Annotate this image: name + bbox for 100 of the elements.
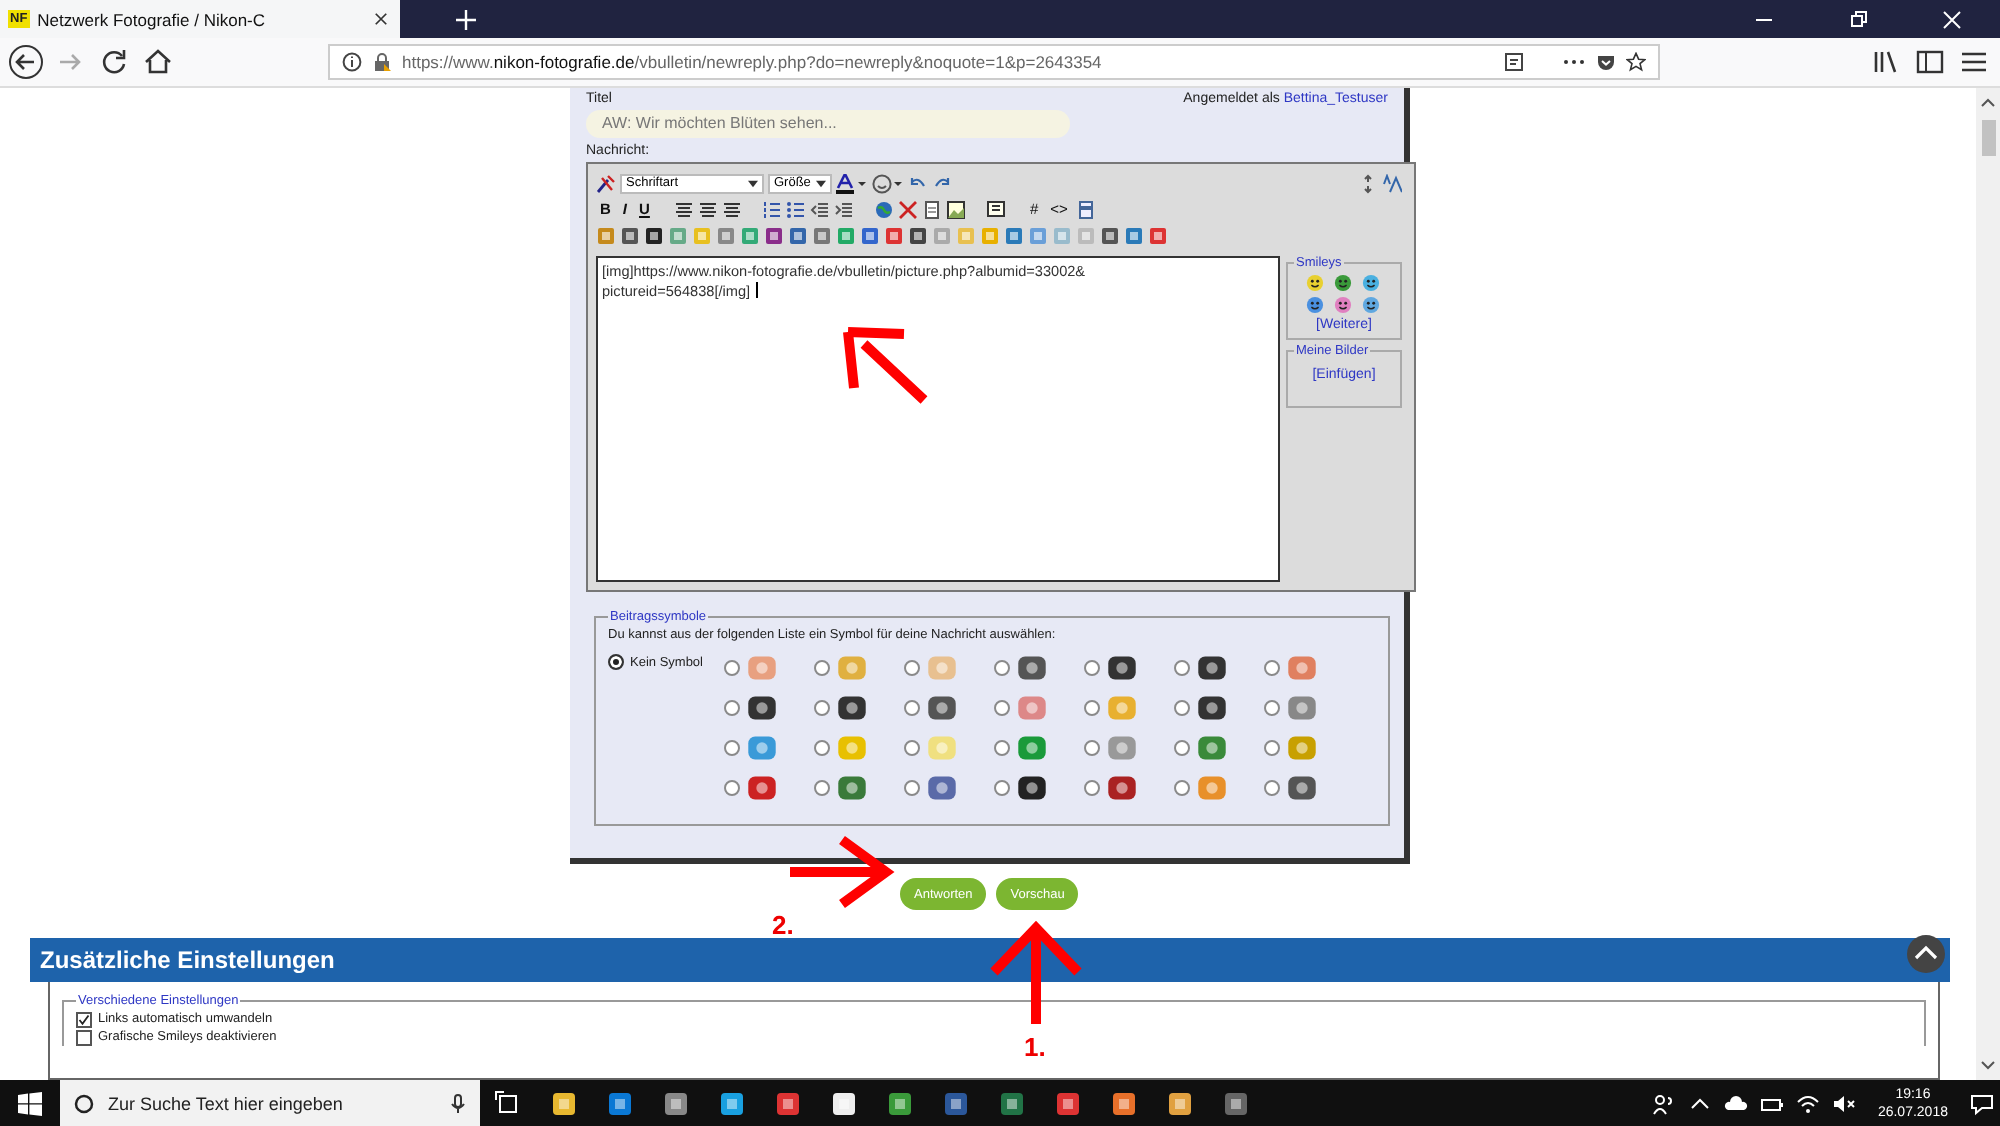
collapse-icon[interactable] <box>1906 934 1946 974</box>
radio-button[interactable] <box>1174 740 1190 756</box>
align-icon[interactable] <box>697 199 718 219</box>
step-number: 2. <box>772 910 794 940</box>
taskbar-app-icon[interactable] <box>1222 1089 1250 1117</box>
task-view-icon[interactable] <box>494 1089 522 1117</box>
close-icon[interactable] <box>374 12 388 26</box>
radio-button[interactable] <box>814 660 830 676</box>
font-color-icon[interactable] <box>836 173 868 193</box>
taskbar-app-icon[interactable] <box>830 1089 858 1117</box>
radio-button[interactable] <box>904 780 920 796</box>
radio-button[interactable] <box>1174 780 1190 796</box>
php-file-icon[interactable] <box>1075 199 1096 219</box>
radio-button[interactable] <box>814 740 830 756</box>
taskbar-app-icon[interactable] <box>1054 1089 1082 1117</box>
symbol-icon <box>1106 732 1138 764</box>
taskbar-app-icon[interactable] <box>774 1089 802 1117</box>
windows-start-icon[interactable] <box>18 1091 42 1115</box>
radio-button[interactable] <box>1084 780 1100 796</box>
smiley-icon[interactable] <box>1334 274 1352 292</box>
people-icon[interactable] <box>1651 1091 1676 1115</box>
radio-button[interactable] <box>994 780 1010 796</box>
wand-icon[interactable] <box>596 173 616 193</box>
taskbar-app-icon[interactable] <box>1110 1089 1138 1117</box>
cloud-icon[interactable] <box>1723 1091 1748 1115</box>
scrollbar[interactable] <box>1976 88 2000 1080</box>
wifi-icon[interactable] <box>1795 1091 1820 1115</box>
star-icon[interactable] <box>1626 52 1646 72</box>
radio-button[interactable] <box>1264 740 1280 756</box>
resize-icon[interactable] <box>1358 173 1378 193</box>
symbol-icon <box>1286 732 1318 764</box>
restore-icon[interactable] <box>1848 9 1868 29</box>
bullet-list-icon[interactable] <box>785 199 806 219</box>
reader-view-icon[interactable] <box>1504 52 1524 72</box>
symbol-icon <box>1016 652 1048 684</box>
radio-button[interactable] <box>1174 700 1190 716</box>
taskbar-app-icon[interactable] <box>550 1089 578 1117</box>
radio-button[interactable] <box>994 660 1010 676</box>
smiley-icon[interactable] <box>1334 296 1352 314</box>
unlink-icon[interactable] <box>897 199 918 219</box>
outdent-icon[interactable] <box>809 199 830 219</box>
smiley-menu-icon[interactable] <box>872 173 904 193</box>
radio-button[interactable] <box>814 780 830 796</box>
image-icon[interactable] <box>945 199 966 219</box>
smiley-icon[interactable] <box>1362 296 1380 314</box>
microphone-icon[interactable] <box>448 1093 468 1113</box>
scroll-up-icon[interactable] <box>1980 96 1996 108</box>
radio-button[interactable] <box>904 740 920 756</box>
new-tab-icon[interactable] <box>456 9 476 29</box>
checkbox[interactable] <box>76 1029 92 1045</box>
smiley-icon[interactable] <box>1306 296 1324 314</box>
smiley-icon[interactable] <box>1362 274 1380 292</box>
back-icon[interactable] <box>8 44 44 80</box>
radio-button[interactable] <box>724 780 740 796</box>
quote-icon[interactable] <box>985 199 1006 219</box>
symbol-icon <box>1196 732 1228 764</box>
scroll-down-icon[interactable] <box>1980 1060 1996 1072</box>
radio-button[interactable] <box>814 700 830 716</box>
radio-button[interactable] <box>1084 740 1100 756</box>
smiley-icon[interactable] <box>1306 274 1324 292</box>
align-icon[interactable] <box>721 199 742 219</box>
title-field[interactable]: AW: Wir möchten Blüten sehen... <box>586 110 1070 138</box>
symbol-icon <box>746 732 778 764</box>
pocket-icon[interactable] <box>1596 52 1616 72</box>
radio-button[interactable] <box>994 700 1010 716</box>
scroll-thumb[interactable] <box>1981 120 1995 156</box>
taskbar-app-icon[interactable] <box>662 1089 690 1117</box>
notification-icon[interactable] <box>1970 1091 1994 1115</box>
radio-button[interactable] <box>1084 700 1100 716</box>
info-icon[interactable] <box>342 52 362 72</box>
taskbar-app-icon[interactable] <box>886 1089 914 1117</box>
taskbar-app-icon[interactable] <box>1166 1089 1194 1117</box>
radio-button[interactable] <box>724 700 740 716</box>
radio-button[interactable] <box>1264 780 1280 796</box>
radio-button[interactable] <box>1264 660 1280 676</box>
taskbar-app-icon[interactable] <box>998 1089 1026 1117</box>
address-bar[interactable]: https://www.nikon-fotografie.de/vbulletin/newreply.php?do=newreply&noquote=1&p=2643354 <box>328 44 1660 80</box>
indent-icon[interactable] <box>833 199 854 219</box>
taskbar-app-icon[interactable] <box>606 1089 634 1117</box>
document-icon[interactable] <box>921 199 942 219</box>
numbered-list-icon[interactable] <box>761 199 782 219</box>
symbol-icon <box>1196 692 1228 724</box>
radio-button[interactable] <box>1264 700 1280 716</box>
radio-button[interactable] <box>1084 660 1100 676</box>
align-icon[interactable] <box>673 199 694 219</box>
radio-button[interactable] <box>904 700 920 716</box>
text-size-icon[interactable] <box>1382 173 1402 193</box>
radio-button[interactable] <box>724 660 740 676</box>
section-header[interactable]: Zusätzliche Einstellungen <box>30 938 1950 982</box>
radio-button[interactable] <box>994 740 1010 756</box>
taskbar-search-field[interactable]: Zur Suche Text hier eingeben <box>60 1080 480 1126</box>
radio-button[interactable] <box>904 660 920 676</box>
radio-button[interactable] <box>724 740 740 756</box>
volume-muted-icon[interactable] <box>1831 1091 1856 1115</box>
checkbox[interactable] <box>76 1011 92 1027</box>
radio-button[interactable] <box>608 654 624 670</box>
radio-button[interactable] <box>1174 660 1190 676</box>
link-globe-icon[interactable] <box>873 199 894 219</box>
taskbar-app-icon[interactable] <box>942 1089 970 1117</box>
taskbar-app-icon[interactable] <box>718 1089 746 1117</box>
